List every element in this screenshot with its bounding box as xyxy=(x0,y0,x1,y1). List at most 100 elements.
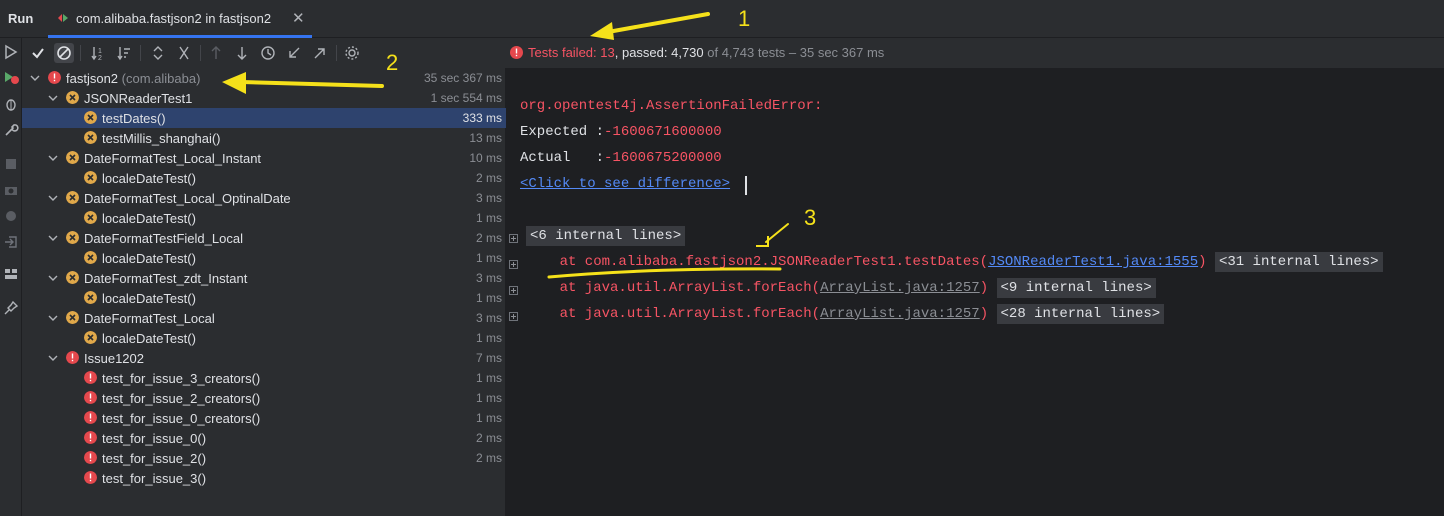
rerun-icon[interactable] xyxy=(3,44,19,60)
test-method-row[interactable]: test_for_issue_3() xyxy=(22,468,506,488)
test-name: test_for_issue_2_creators() xyxy=(102,391,260,406)
test-class-row[interactable]: JSONReaderTest1 1 sec 554 ms xyxy=(22,88,506,108)
internal-lines-fold[interactable]: <6 internal lines> xyxy=(526,226,686,246)
chevron-down-icon[interactable] xyxy=(48,313,58,323)
gear-icon xyxy=(345,46,359,60)
test-duration: 1 sec 554 ms xyxy=(430,91,502,105)
test-assertion-failed-icon xyxy=(66,271,79,284)
internal-lines-label[interactable]: <9 internal lines> xyxy=(996,278,1156,298)
chevron-down-icon[interactable] xyxy=(48,93,58,103)
coverage-icon[interactable] xyxy=(3,208,19,224)
wrench-icon[interactable] xyxy=(3,122,19,138)
rerun-failed-icon[interactable] xyxy=(3,70,19,86)
svg-text:2: 2 xyxy=(98,55,102,61)
test-method-row[interactable]: localeDateTest() 1 ms xyxy=(22,288,506,308)
stack-frame-close: ) xyxy=(979,280,989,296)
source-link[interactable]: JSONReaderTest1.java:1555 xyxy=(988,254,1198,270)
left-action-gutter xyxy=(0,38,22,516)
chevron-down-icon[interactable] xyxy=(48,233,58,243)
source-link[interactable]: ArrayList.java:1257 xyxy=(820,306,980,322)
run-configuration-tab[interactable]: com.alibaba.fastjson2 in fastjson2 ✕ xyxy=(48,0,316,38)
collapse-all-button[interactable] xyxy=(174,43,194,63)
chevron-down-icon[interactable] xyxy=(48,153,58,163)
text-caret xyxy=(745,176,747,195)
test-name: JSONReaderTest1 xyxy=(84,91,192,106)
package-name: (com.alibaba) xyxy=(118,71,201,86)
test-method-row[interactable]: localeDateTest() 1 ms xyxy=(22,328,506,348)
sort-alphabetically-button[interactable]: 12 xyxy=(88,43,108,63)
test-method-row[interactable]: test_for_issue_2_creators() 1 ms xyxy=(22,388,506,408)
chevron-down-icon[interactable] xyxy=(48,273,58,283)
internal-lines-label[interactable]: <28 internal lines> xyxy=(996,304,1165,324)
import-tests-button[interactable] xyxy=(284,43,304,63)
test-class-row[interactable]: DateFormatTestField_Local 2 ms xyxy=(22,228,506,248)
test-method-row[interactable]: test_for_issue_3_creators() 1 ms xyxy=(22,368,506,388)
test-duration: 1 ms xyxy=(475,371,502,385)
show-ignored-button[interactable] xyxy=(54,43,74,63)
test-duration: 35 sec 367 ms xyxy=(423,71,502,85)
test-class-row[interactable]: DateFormatTest_Local_OptinalDate 3 ms xyxy=(22,188,506,208)
test-name-text: localeDateTest() xyxy=(102,211,196,226)
run-tool-window-header: Run com.alibaba.fastjson2 in fastjson2 ✕ xyxy=(0,0,1444,38)
exit-icon[interactable] xyxy=(3,234,19,250)
fold-toggle[interactable] xyxy=(509,234,518,243)
chevron-down-icon[interactable] xyxy=(48,193,58,203)
show-passed-button[interactable] xyxy=(28,43,48,63)
test-assertion-failed-icon xyxy=(84,251,97,264)
test-name-text: localeDateTest() xyxy=(102,331,196,346)
test-name-text: DateFormatTest_Local xyxy=(84,311,215,326)
test-method-row[interactable]: test_for_issue_0() 2 ms xyxy=(22,428,506,448)
test-failed-icon xyxy=(48,71,61,84)
test-assertion-failed-icon xyxy=(84,111,97,124)
test-method-row[interactable]: localeDateTest() 1 ms xyxy=(22,208,506,228)
test-name-text: DateFormatTest_zdt_Instant xyxy=(84,271,248,286)
test-duration: 2 ms xyxy=(475,171,502,185)
test-class-row[interactable]: Issue1202 7 ms xyxy=(22,348,506,368)
run-config-icon xyxy=(58,14,68,22)
pin-icon[interactable] xyxy=(3,300,19,316)
test-class-row[interactable]: DateFormatTest_Local 3 ms xyxy=(22,308,506,328)
test-method-row[interactable]: testDates() 333 ms xyxy=(22,108,506,128)
test-class-row[interactable]: DateFormatTest_zdt_Instant 3 ms xyxy=(22,268,506,288)
test-history-button[interactable] xyxy=(258,43,278,63)
test-results-tree[interactable]: fastjson2 (com.alibaba) 35 sec 367 ms JSON… xyxy=(22,68,506,516)
fold-toggle[interactable] xyxy=(509,312,518,321)
source-link[interactable]: ArrayList.java:1257 xyxy=(820,280,980,296)
test-method-row[interactable]: test_for_issue_0_creators() 1 ms xyxy=(22,408,506,428)
sort-by-duration-button[interactable] xyxy=(114,43,134,63)
camera-icon[interactable] xyxy=(3,182,19,198)
chevron-down-icon[interactable] xyxy=(48,353,58,363)
see-difference-link[interactable]: <Click to see difference> xyxy=(520,176,730,192)
expand-all-button[interactable] xyxy=(148,43,168,63)
previous-failed-button[interactable] xyxy=(206,43,226,63)
arrow-up-icon xyxy=(211,46,221,59)
export-tests-button[interactable] xyxy=(310,43,330,63)
internal-lines-label[interactable]: <6 internal lines> xyxy=(526,226,686,246)
stack-trace-line: at java.util.ArrayList.forEach(ArrayList… xyxy=(526,304,1165,324)
test-class-row[interactable]: DateFormatTest_Local_Instant 10 ms xyxy=(22,148,506,168)
test-method-row[interactable]: testMillis_shanghai() 13 ms xyxy=(22,128,506,148)
stop-icon[interactable] xyxy=(3,156,19,172)
debug-icon[interactable] xyxy=(3,96,19,112)
test-runner-toolbar: 12 xyxy=(22,38,506,68)
settings-button[interactable] xyxy=(342,43,362,63)
test-root-row[interactable]: fastjson2 (com.alibaba) 35 sec 367 ms xyxy=(22,68,506,88)
test-duration: 3 ms xyxy=(475,311,502,325)
fold-toggle[interactable] xyxy=(509,260,518,269)
test-name-text: test_for_issue_3_creators() xyxy=(102,371,261,386)
tab-label: com.alibaba.fastjson2 in fastjson2 xyxy=(76,11,272,26)
test-assertion-failed-icon xyxy=(66,231,79,244)
layout-icon[interactable] xyxy=(3,266,19,282)
test-assertion-failed-icon xyxy=(66,311,79,324)
console-output[interactable]: org.opentest4j.AssertionFailedError: Exp… xyxy=(506,68,1444,516)
test-failed-icon xyxy=(84,451,97,464)
test-method-row[interactable]: localeDateTest() 2 ms xyxy=(22,168,506,188)
internal-lines-label[interactable]: <31 internal lines> xyxy=(1214,252,1383,272)
test-method-row[interactable]: localeDateTest() 1 ms xyxy=(22,248,506,268)
fold-toggle[interactable] xyxy=(509,286,518,295)
test-name-text: testDates() xyxy=(102,111,166,126)
chevron-down-icon[interactable] xyxy=(30,73,40,83)
next-failed-button[interactable] xyxy=(232,43,252,63)
test-method-row[interactable]: test_for_issue_2() 2 ms xyxy=(22,448,506,468)
close-icon[interactable]: ✕ xyxy=(292,9,305,27)
